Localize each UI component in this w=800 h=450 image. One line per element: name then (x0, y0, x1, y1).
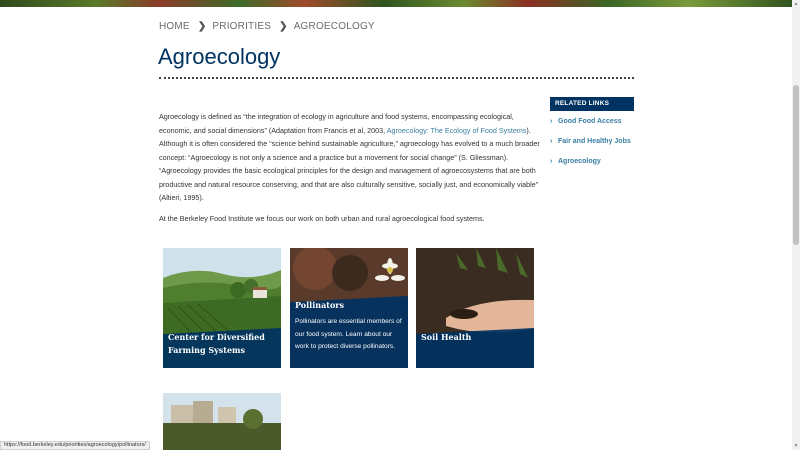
agroecology-book-link[interactable]: Agroecology: The Ecology of Food Systems (387, 126, 527, 135)
related-links-panel: RELATED LINKS › Good Food Access › Fair … (550, 97, 634, 171)
chevron-right-icon: › (550, 157, 553, 165)
chevron-right-icon: › (550, 137, 553, 145)
card-title: Center for Diversified Farming Systems (168, 331, 265, 357)
card-description-line: our food system. Learn about our (295, 330, 393, 338)
breadcrumb-priorities[interactable]: PRIORITIES (212, 21, 271, 32)
related-link-fair-healthy-jobs[interactable]: › Fair and Healthy Jobs (550, 131, 634, 151)
status-bar-url: https://food.berkeley.edu/priorities/agr… (0, 441, 150, 450)
page-scrollbar[interactable]: ▲ ▼ (792, 0, 800, 450)
related-link-label: Fair and Healthy Jobs (558, 137, 631, 145)
card-title-line: Center for Diversified (168, 332, 265, 342)
scrollbar-thumb[interactable] (793, 85, 799, 245)
card-description-line: work to protect diverse pollinators. (295, 343, 396, 350)
breadcrumb: HOME ❯ PRIORITIES ❯ AGROECOLOGY (159, 20, 375, 32)
card-soil-health[interactable]: Soil Health (416, 248, 534, 368)
related-links-heading: RELATED LINKS (550, 97, 634, 111)
card-title: Soil Health (421, 332, 472, 342)
chevron-right-icon: ❯ (197, 20, 207, 32)
page-title: Agroecology (158, 44, 281, 69)
card-urban-agriculture[interactable] (163, 393, 281, 450)
card-description: Pollinators are essential members of our… (295, 316, 405, 354)
card-pollinators[interactable]: Pollinators Pollinators are essential me… (290, 248, 408, 368)
title-divider (159, 77, 634, 79)
related-link-label: Agroecology (558, 157, 601, 165)
breadcrumb-current: AGROECOLOGY (293, 20, 375, 32)
related-link-label: Good Food Access (558, 117, 622, 125)
related-link-good-food-access[interactable]: › Good Food Access (550, 111, 634, 131)
card-title: Pollinators (295, 300, 345, 310)
chevron-right-icon: ❯ (279, 20, 288, 32)
focus-paragraph: At the Berkeley Food Institute we focus … (159, 213, 485, 223)
related-link-agroecology[interactable]: › Agroecology (550, 151, 634, 171)
card-diversified-farming[interactable]: Center for Diversified Farming Systems (163, 248, 281, 368)
header-image-banner (0, 0, 800, 7)
intro-paragraph: Agroecology is defined as “the integrati… (159, 110, 545, 205)
urban-farm-image (163, 393, 281, 450)
intro-text-end: ). Although it is often considered the “… (159, 125, 540, 203)
chevron-right-icon: › (550, 117, 553, 125)
scroll-up-arrow-icon[interactable]: ▲ (792, 0, 800, 8)
main-content: Agroecology is defined as “the integrati… (159, 110, 545, 232)
card-description-line: Pollinators are essential members of (295, 318, 402, 325)
card-title-line: Farming Systems (168, 345, 246, 355)
scroll-down-arrow-icon[interactable]: ▼ (792, 442, 800, 450)
breadcrumb-home[interactable]: HOME (159, 21, 190, 32)
